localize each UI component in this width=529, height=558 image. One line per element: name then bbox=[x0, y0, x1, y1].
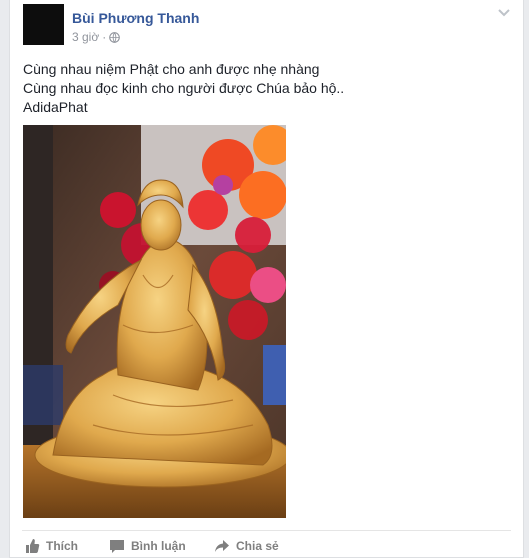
post-timestamp[interactable]: 3 giờ bbox=[72, 30, 99, 44]
post-text-line: Cùng nhau niệm Phật cho anh được nhẹ nhà… bbox=[23, 61, 320, 77]
comment-icon bbox=[110, 540, 124, 553]
thumbs-up-icon bbox=[26, 539, 40, 553]
comment-button[interactable]: Bình luận bbox=[109, 538, 214, 554]
globe-icon[interactable] bbox=[109, 31, 121, 43]
author-name[interactable]: Bùi Phương Thanh bbox=[72, 10, 199, 26]
like-label: Thích bbox=[46, 539, 78, 553]
post-photo[interactable] bbox=[23, 125, 286, 518]
avatar[interactable] bbox=[23, 4, 64, 45]
buddha-statue-image bbox=[23, 125, 286, 518]
post-card: Bùi Phương Thanh 3 giờ · Cùng nhau niệm … bbox=[9, 0, 524, 558]
action-bar: Thích Bình luận Chia sẻ bbox=[24, 538, 511, 554]
comment-label: Bình luận bbox=[131, 539, 186, 553]
post-text-line: Cùng nhau đọc kinh cho người được Chúa b… bbox=[23, 80, 345, 96]
chevron-down-icon[interactable] bbox=[497, 8, 511, 18]
post-body: Cùng nhau niệm Phật cho anh được nhẹ nhà… bbox=[23, 60, 344, 117]
share-label: Chia sẻ bbox=[236, 539, 279, 553]
meta-separator: · bbox=[102, 30, 107, 44]
post-meta: 3 giờ · bbox=[72, 30, 121, 44]
share-arrow-icon bbox=[215, 540, 229, 552]
like-button[interactable]: Thích bbox=[24, 538, 109, 554]
share-button[interactable]: Chia sẻ bbox=[214, 538, 279, 554]
post-text-line[interactable]: AdidaPhat bbox=[23, 98, 344, 117]
action-divider bbox=[22, 530, 511, 531]
